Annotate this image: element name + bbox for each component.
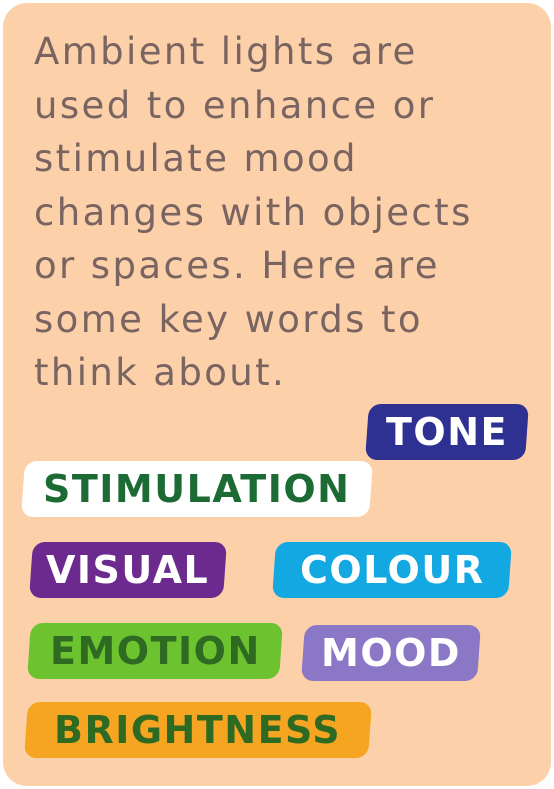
keyword-tag-brightness: BRIGHTNESS xyxy=(24,702,372,758)
keyword-tag-stimulation: STIMULATION xyxy=(21,461,373,517)
keyword-label: MOOD xyxy=(321,631,461,675)
keyword-tag-tone: TONE xyxy=(365,404,529,460)
keyword-label: TONE xyxy=(386,410,508,454)
keyword-label: COLOUR xyxy=(299,548,485,592)
keyword-tag-emotion: EMOTION xyxy=(27,623,283,679)
keyword-tag-mood: MOOD xyxy=(301,625,481,681)
keyword-label: STIMULATION xyxy=(43,467,351,511)
keyword-label: VISUAL xyxy=(46,548,210,592)
keyword-tag-visual: VISUAL xyxy=(29,542,227,598)
keyword-tag-colour: COLOUR xyxy=(272,542,512,598)
intro-paragraph: Ambient lights are used to enhance or st… xyxy=(34,30,473,394)
keyword-label: EMOTION xyxy=(49,629,261,673)
keywords-card: Ambient lights are used to enhance or st… xyxy=(3,3,551,786)
keyword-label: BRIGHTNESS xyxy=(54,708,342,752)
